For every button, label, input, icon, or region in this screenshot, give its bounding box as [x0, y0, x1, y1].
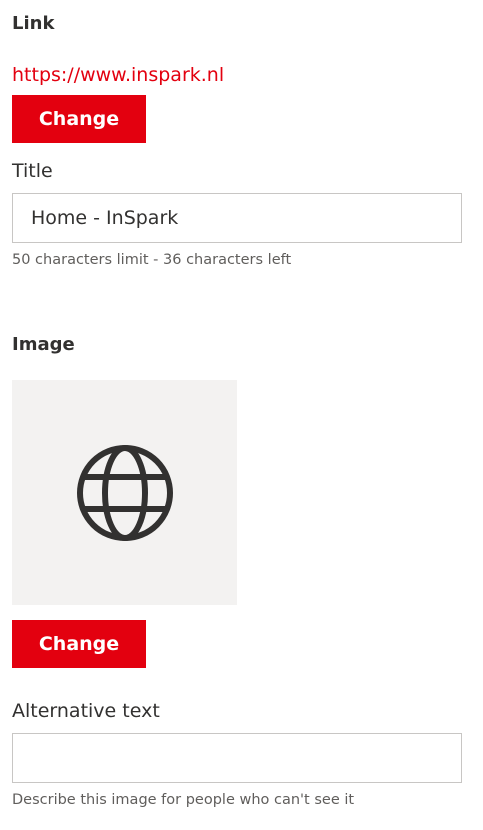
link-heading: Link: [12, 13, 55, 34]
link-settings-panel: Link https://www.inspark.nl Change Title…: [0, 0, 483, 830]
title-character-count: 50 characters limit - 36 characters left: [12, 252, 292, 268]
link-url[interactable]: https://www.inspark.nl: [12, 62, 224, 88]
title-input[interactable]: [12, 193, 462, 243]
alt-text-label: Alternative text: [12, 700, 160, 722]
title-label: Title: [12, 160, 53, 182]
change-link-button[interactable]: Change: [12, 95, 146, 143]
image-heading: Image: [12, 334, 75, 355]
alt-text-input[interactable]: [12, 733, 462, 783]
alt-text-hint: Describe this image for people who can't…: [12, 792, 355, 808]
globe-icon: [76, 444, 174, 542]
change-image-button[interactable]: Change: [12, 620, 146, 668]
image-preview: [12, 380, 237, 605]
